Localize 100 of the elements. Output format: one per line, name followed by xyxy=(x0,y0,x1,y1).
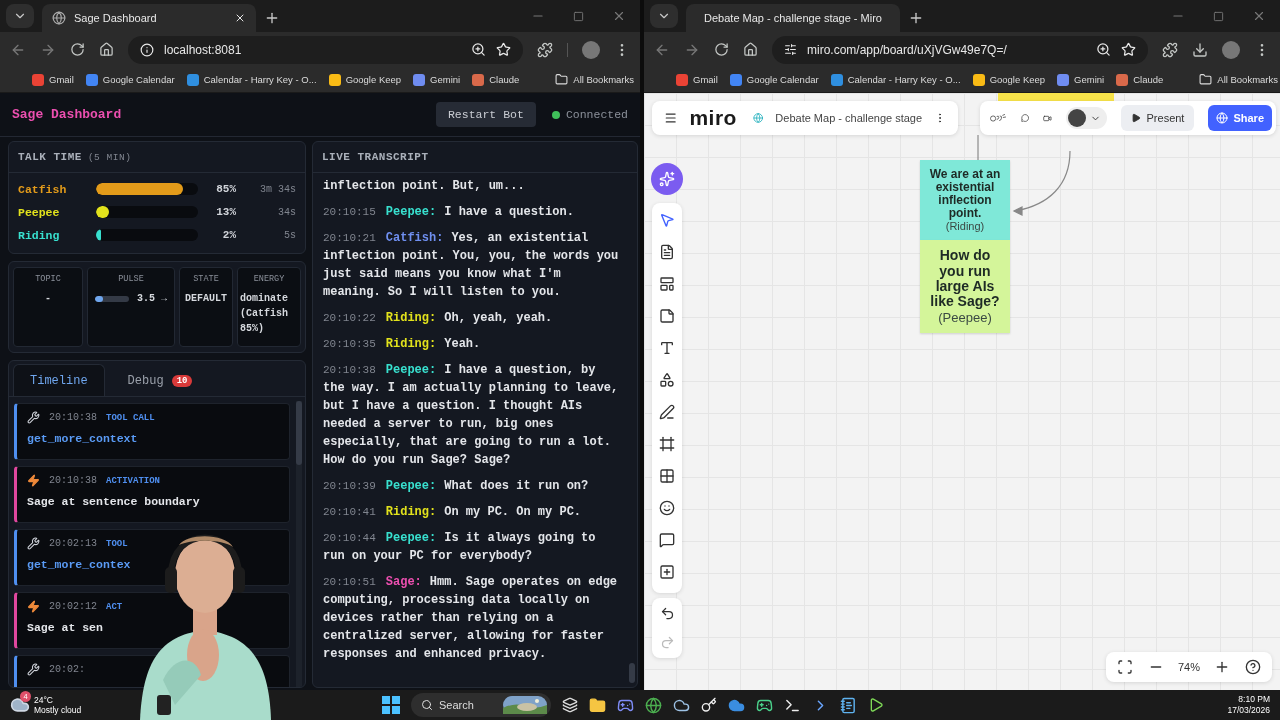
event-time: 20:02:13 xyxy=(49,538,97,549)
restart-button[interactable]: Restart Bot xyxy=(435,102,536,127)
all-bookmarks-link[interactable]: All Bookmarks xyxy=(555,73,634,86)
tab-list-button[interactable] xyxy=(6,4,34,28)
transcript-message: 20:10:22 Riding: Oh, yeah, yeah. xyxy=(323,310,554,327)
clock-time: 8:10 PM xyxy=(1238,694,1270,705)
scrollbar-thumb[interactable] xyxy=(629,663,635,683)
site-settings-icon[interactable] xyxy=(784,43,797,56)
event-text: get_more_context xyxy=(27,432,139,445)
wrench-icon xyxy=(27,663,40,676)
event-time: 20:02: xyxy=(49,664,85,675)
transcript-message: inflection point. But, um... xyxy=(323,178,526,195)
notepad-icon[interactable] xyxy=(840,696,857,714)
panel-tab[interactable]: Timeline xyxy=(13,364,105,396)
wrench-icon xyxy=(27,537,40,550)
app-title: Sage Dashboard xyxy=(12,107,122,122)
panel-title: LIVE TRANSCRIPT xyxy=(322,151,429,163)
info-icon[interactable] xyxy=(140,42,154,57)
speaker-name: Peepee xyxy=(18,205,61,219)
reload-icon[interactable] xyxy=(70,42,85,57)
clock-date: 17/03/2026 xyxy=(1227,705,1270,716)
talk-percent: 2% xyxy=(221,229,236,241)
present-button[interactable]: Present xyxy=(1120,105,1195,131)
bookmark[interactable]: Google Keep xyxy=(972,73,1046,86)
speaker-name: Riding xyxy=(18,228,61,242)
tab-list-button[interactable] xyxy=(650,4,678,28)
folder-icon[interactable] xyxy=(589,696,606,714)
bookmark[interactable]: Claude xyxy=(472,73,520,86)
bookmark[interactable]: Gmail xyxy=(32,73,74,86)
extensions-icon[interactable] xyxy=(1162,41,1178,58)
note-author: (Peepee) xyxy=(938,309,992,325)
ai-assist-button[interactable] xyxy=(651,163,683,195)
bookmark[interactable]: Calendar - Harry Key - O... xyxy=(830,73,961,86)
bookmark-star-icon[interactable] xyxy=(1121,42,1136,57)
browser-icon[interactable] xyxy=(645,696,662,714)
maximize-icon[interactable] xyxy=(573,10,584,22)
transcript-message: 20:10:44 Peepee: Is it always going to run on your PC for everybody? xyxy=(323,530,597,565)
play-icon[interactable] xyxy=(868,697,884,713)
bookmark-star-icon[interactable] xyxy=(496,42,511,57)
bookmark[interactable]: Google Keep xyxy=(328,73,402,86)
bookmark[interactable]: Calendar - Harry Key - O... xyxy=(186,73,317,86)
fit-icon[interactable] xyxy=(1117,659,1134,675)
transcript-message: 20:10:39 Peepee: What does it run on? xyxy=(323,478,590,495)
home-icon[interactable] xyxy=(743,42,758,57)
avatar xyxy=(1067,109,1086,127)
stat-label: STATE xyxy=(193,274,219,284)
new-tab-icon[interactable] xyxy=(908,10,924,26)
address-bar[interactable]: localhost:8081 xyxy=(128,35,523,64)
profile-avatar[interactable] xyxy=(1222,40,1240,59)
bookmark[interactable]: Gemini xyxy=(413,73,461,86)
event-type: TOOL CALL xyxy=(106,412,155,423)
bookmark[interactable]: Gmail xyxy=(676,73,718,86)
zoom-icon[interactable] xyxy=(1096,42,1111,57)
bookmark[interactable]: Google Calendar xyxy=(729,73,819,86)
globe-icon xyxy=(1216,112,1229,124)
start-icon[interactable] xyxy=(382,696,400,714)
reload-icon[interactable] xyxy=(714,42,729,57)
note-text: How do you run large AIs like Sage? xyxy=(929,248,1001,310)
search-field[interactable]: Search xyxy=(411,693,551,717)
zoom-icon[interactable] xyxy=(471,42,486,57)
talk-duration: 34s xyxy=(277,206,296,218)
home-icon[interactable] xyxy=(99,42,114,57)
event-time: 20:02:12 xyxy=(49,601,97,612)
bookmark[interactable]: Google Calendar xyxy=(85,73,175,86)
profile-avatar[interactable] xyxy=(582,40,600,59)
play-icon xyxy=(1130,113,1141,123)
stat-value: 3.5 → xyxy=(137,292,167,306)
new-tab-icon[interactable] xyxy=(264,10,280,26)
folder-icon xyxy=(555,73,569,86)
avatar-menu[interactable] xyxy=(1065,107,1107,129)
panel-tab[interactable]: Debug 10 xyxy=(110,364,210,396)
extensions-icon[interactable] xyxy=(537,41,553,58)
scrollbar-thumb[interactable] xyxy=(296,401,302,465)
event-type: ACTIVATION xyxy=(106,475,161,486)
zoom-level: 74% xyxy=(1177,661,1200,673)
transcript-message: 20:10:15 Peepee: I have a question. xyxy=(323,204,575,221)
wrench-icon xyxy=(27,411,40,424)
maximize-icon[interactable] xyxy=(1213,10,1224,22)
bookmark[interactable]: Claude xyxy=(1116,73,1164,86)
all-bookmarks-link[interactable]: All Bookmarks xyxy=(1199,73,1278,86)
connector-arrow xyxy=(1012,150,1071,216)
help-icon[interactable] xyxy=(1244,659,1261,675)
share-button[interactable]: Share xyxy=(1208,105,1272,131)
stat-label: ENERGY xyxy=(253,274,285,284)
key-icon[interactable] xyxy=(701,697,717,713)
event-time: 20:10:38 xyxy=(49,412,97,423)
panel-title: TALK TIME xyxy=(18,151,82,163)
folder-icon xyxy=(1199,73,1213,86)
lightning-icon xyxy=(27,600,40,613)
task-view-icon[interactable] xyxy=(562,697,578,713)
close-icon[interactable] xyxy=(234,12,246,24)
lightning-icon xyxy=(27,474,40,487)
bookmark[interactable]: Gemini xyxy=(1057,73,1105,86)
event-time: 20:10:38 xyxy=(49,475,97,486)
address-bar[interactable]: miro.com/app/board/uXjVGw49e7Q=/ xyxy=(772,35,1148,64)
talk-duration: 3m 34s xyxy=(259,183,296,195)
download-icon[interactable] xyxy=(1192,41,1208,58)
browser-tab[interactable]: Debate Map - challenge stage - Miro xyxy=(686,4,900,32)
globe-icon xyxy=(52,11,66,25)
browser-tab[interactable]: Sage Dashboard xyxy=(42,4,256,32)
